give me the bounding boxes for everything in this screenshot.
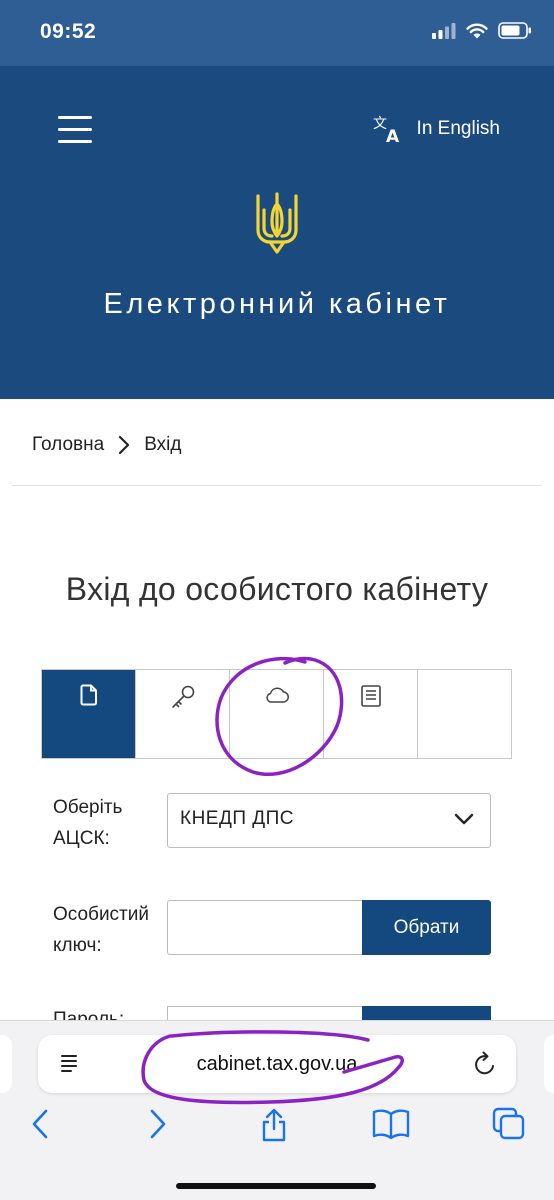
language-link-label: In English bbox=[416, 118, 500, 139]
acsk-select[interactable]: КНЕДП ДПС bbox=[167, 793, 491, 848]
site-header: 文 A In English Електронний кабінет bbox=[0, 66, 554, 399]
menu-line bbox=[58, 140, 92, 143]
tab-file-key[interactable] bbox=[42, 670, 136, 758]
page-title: Вхід до особистого кабінету bbox=[65, 571, 489, 607]
hamburger-menu-button[interactable] bbox=[58, 116, 96, 150]
private-key-label-line2: ключ: bbox=[53, 935, 102, 956]
choose-key-button[interactable]: Обрати bbox=[362, 900, 491, 955]
signal-icon bbox=[432, 22, 456, 39]
tabs-icon[interactable] bbox=[492, 1107, 526, 1141]
file-icon bbox=[80, 684, 97, 706]
reload-icon[interactable] bbox=[472, 1050, 498, 1078]
address-bar[interactable]: cabinet.tax.gov.ua bbox=[38, 1035, 516, 1093]
browser-toolbar: cabinet.tax.gov.ua bbox=[0, 1020, 554, 1200]
book-icon bbox=[360, 685, 381, 707]
battery-icon bbox=[498, 22, 531, 39]
chevron-right-icon bbox=[119, 435, 130, 455]
site-brand-title: Електронний кабінет bbox=[103, 288, 451, 320]
chevron-down-icon bbox=[454, 813, 474, 825]
status-icons bbox=[432, 22, 532, 39]
back-arrow-icon[interactable] bbox=[28, 1107, 52, 1141]
tab-bankid[interactable] bbox=[324, 670, 418, 758]
home-indicator bbox=[176, 1183, 376, 1189]
cloud-icon bbox=[265, 687, 289, 703]
status-time: 09:52 bbox=[40, 20, 97, 43]
tab-more[interactable] bbox=[418, 670, 511, 758]
previous-tab-pill[interactable] bbox=[0, 1035, 12, 1093]
menu-line bbox=[58, 128, 92, 131]
breadcrumb-home-link[interactable]: Головна bbox=[32, 434, 104, 456]
browser-nav-row bbox=[0, 1107, 554, 1147]
forward-arrow-icon[interactable] bbox=[146, 1107, 170, 1141]
next-tab-pill[interactable] bbox=[544, 1035, 554, 1093]
language-switch-link[interactable]: 文 A In English bbox=[373, 114, 500, 144]
login-method-tabs bbox=[41, 669, 512, 759]
share-icon[interactable] bbox=[258, 1107, 290, 1143]
tab-token-key[interactable] bbox=[136, 670, 230, 758]
address-bar-url: cabinet.tax.gov.ua bbox=[196, 1053, 358, 1075]
acsk-label: Оберіть АЦСК: bbox=[53, 792, 122, 854]
status-bar: 09:52 bbox=[0, 0, 554, 66]
translate-icon: 文 A bbox=[373, 116, 400, 144]
svg-text:A: A bbox=[386, 127, 400, 144]
trident-logo bbox=[256, 192, 298, 254]
wifi-icon bbox=[466, 23, 488, 38]
tab-cloud-key[interactable] bbox=[230, 670, 324, 758]
private-key-label: Особистий ключ: bbox=[53, 899, 149, 961]
bookmarks-icon[interactable] bbox=[372, 1107, 410, 1141]
breadcrumb-current: Вхід bbox=[144, 434, 182, 455]
divider bbox=[12, 485, 542, 486]
breadcrumb: Головна Вхід bbox=[32, 434, 181, 456]
acsk-select-value: КНЕДП ДПС bbox=[180, 808, 295, 829]
acsk-label-line1: Оберіть bbox=[53, 797, 123, 818]
menu-line bbox=[58, 116, 92, 119]
private-key-file-input[interactable] bbox=[167, 900, 363, 955]
acsk-label-line2: АЦСК: bbox=[53, 828, 110, 849]
svg-text:文: 文 bbox=[373, 116, 387, 132]
private-key-label-line1: Особистий bbox=[53, 904, 149, 925]
key-icon bbox=[171, 685, 194, 708]
